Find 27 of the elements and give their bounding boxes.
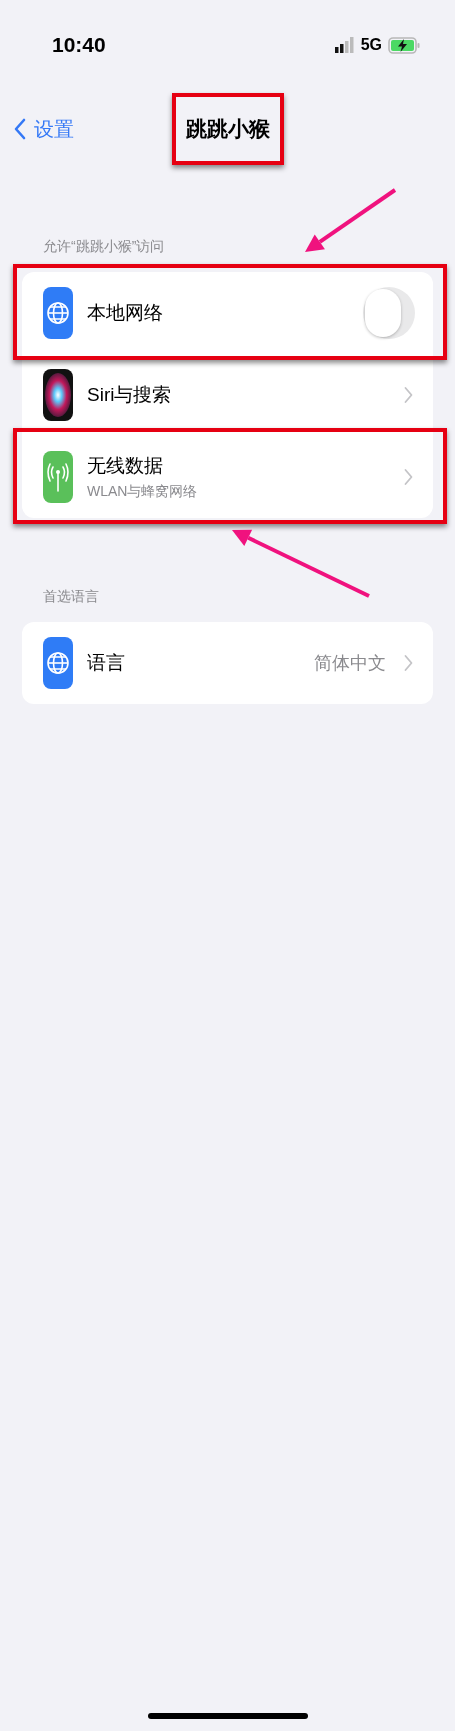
- page-title: 跳跳小猴: [185, 117, 270, 140]
- signal-icon: [334, 37, 355, 53]
- row-value: 简体中文: [314, 652, 386, 675]
- settings-row[interactable]: 无线数据 WLAN与蜂窝网络: [22, 436, 433, 518]
- row-sublabel: WLAN与蜂窝网络: [87, 483, 199, 501]
- section-header: 允许“跳跳小猴”访问: [42, 237, 166, 256]
- chevron-right-icon: [404, 386, 413, 404]
- toggle-switch[interactable]: [363, 287, 415, 339]
- battery-icon: [388, 36, 420, 54]
- chevron-left-icon: [14, 118, 26, 140]
- row-label: 无线数据: [87, 454, 164, 478]
- network-label: 5G: [360, 36, 382, 54]
- settings-row[interactable]: Siri与搜索: [22, 354, 433, 436]
- section-header: 首选语言: [42, 587, 100, 606]
- back-button[interactable]: 设置: [0, 115, 74, 143]
- siri-orb-icon: [43, 369, 73, 421]
- globe-icon: [43, 637, 73, 689]
- row-label: 本地网络: [87, 301, 164, 325]
- settings-row[interactable]: 语言 简体中文: [22, 622, 433, 704]
- chevron-right-icon: [404, 468, 413, 486]
- settings-row[interactable]: 本地网络: [22, 272, 433, 354]
- status-time: 10:40: [52, 33, 106, 57]
- row-label: Siri与搜索: [87, 383, 173, 407]
- antenna-icon: [43, 451, 73, 503]
- row-label: 语言: [87, 651, 126, 675]
- globe-icon: [43, 287, 73, 339]
- chevron-right-icon: [404, 654, 413, 672]
